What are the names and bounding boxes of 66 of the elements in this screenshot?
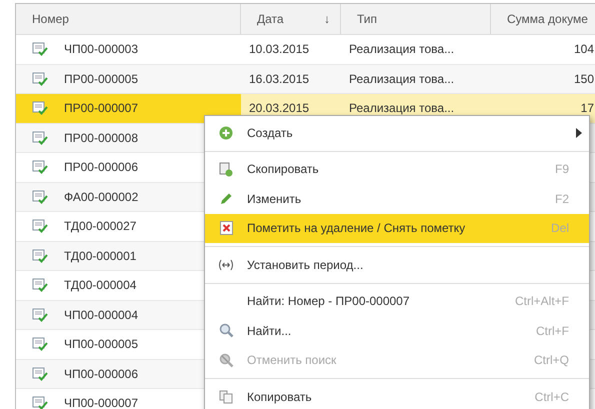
- table-row[interactable]: ПР00-000005 16.03.2015 Реализация това... 150: [16, 64, 595, 94]
- document-number: ЧП00-000006: [64, 366, 138, 381]
- document-number: ТД00-000027: [64, 219, 136, 234]
- sort-arrow: ↓: [324, 12, 330, 26]
- document-sum: 150: [574, 72, 594, 86]
- document-sum: 104: [574, 42, 594, 56]
- document-check-icon: [32, 337, 48, 352]
- document-check-icon: [32, 160, 48, 174]
- column-title: Дата: [257, 12, 284, 26]
- menu-item[interactable]: Пометить на удаление / Снять пометку Del: [205, 214, 589, 243]
- menu-item[interactable]: Найти... Ctrl+F: [205, 316, 589, 346]
- document-check-icon: [32, 219, 48, 234]
- document-number: ФА00-000002: [64, 190, 138, 204]
- menu-item[interactable]: Изменить F2: [205, 184, 589, 214]
- menu-item[interactable]: Установить период...: [205, 250, 589, 280]
- menu-item[interactable]: Копировать Ctrl+C: [205, 382, 589, 409]
- shortcut-label: F2: [554, 192, 569, 206]
- shortcut-label: F9: [554, 162, 569, 176]
- document-check-icon: [32, 101, 48, 116]
- document-number: ЧП00-000007: [64, 396, 138, 409]
- column-title: Сумма докуме: [507, 12, 588, 26]
- document-number: ЧП00-000003: [64, 42, 138, 56]
- column-header[interactable]: Номер: [16, 4, 241, 34]
- document-check-icon: [32, 308, 48, 322]
- document-check-icon: [32, 190, 48, 204]
- cancel-search-icon: [218, 352, 234, 368]
- shortcut-label: Ctrl+F: [535, 324, 569, 338]
- document-date: 16.03.2015: [249, 72, 310, 86]
- shortcut-label: Ctrl+C: [534, 390, 569, 404]
- column-title: Номер: [32, 12, 69, 26]
- document-number: ЧП00-000005: [64, 337, 138, 352]
- shortcut-label: Ctrl+Q: [532, 353, 569, 368]
- document-check-icon: [32, 248, 48, 263]
- document-type: Реализация това...: [349, 72, 454, 86]
- shortcut-label: Ctrl+Alt+F: [514, 294, 569, 308]
- document-number: ЧП00-000004: [64, 308, 138, 322]
- period-icon: [218, 258, 234, 271]
- column-header[interactable]: Сумма докуме: [491, 4, 595, 34]
- document-date: 20.03.2015: [249, 101, 310, 116]
- document-number: ПР00-000006: [64, 160, 138, 174]
- document-type: Реализация това...: [349, 42, 454, 56]
- copy-icon: [219, 390, 233, 404]
- document-number: ПР00-000005: [64, 72, 138, 86]
- document-number: ТД00-000001: [64, 248, 136, 263]
- document-check-icon: [32, 72, 48, 86]
- document-check-icon: [32, 366, 48, 381]
- document-date: 10.03.2015: [249, 42, 310, 56]
- document-type: Реализация това...: [349, 101, 454, 116]
- document-number: ПР00-000007: [64, 101, 138, 116]
- document-check-icon: [32, 42, 48, 56]
- copy-document-icon: [219, 162, 233, 177]
- shortcut-label: Del: [550, 221, 569, 236]
- document-check-icon: [32, 130, 48, 145]
- document-check-icon: [32, 278, 48, 292]
- search-icon: [218, 323, 234, 338]
- document-number: ТД00-000004: [64, 278, 136, 292]
- menu-item[interactable]: Скопировать F9: [205, 154, 589, 184]
- column-header[interactable]: Тип: [341, 4, 491, 34]
- delete-mark-icon: [220, 221, 232, 236]
- document-sum: 17: [580, 101, 594, 116]
- column-title: Тип: [357, 12, 378, 26]
- document-number: ПР00-000008: [64, 130, 138, 145]
- plus-icon: [219, 126, 233, 140]
- pencil-icon: [220, 192, 232, 205]
- column-header[interactable]: Дата ↓: [241, 4, 341, 34]
- menu-item[interactable]: Найти: Номер - ПР00-000007 Ctrl+Alt+F: [205, 286, 589, 316]
